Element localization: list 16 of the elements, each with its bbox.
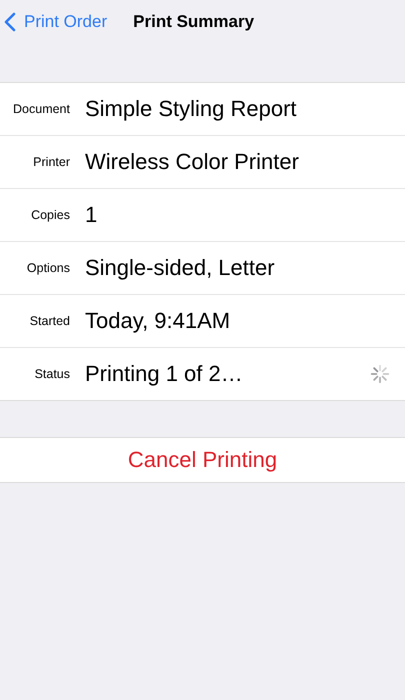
row-value: Simple Styling Report	[85, 96, 298, 122]
row-label: Status	[34, 367, 70, 381]
row-value: Today, 9:41AM	[85, 308, 232, 334]
row-value: Printing 1 of 2…	[85, 361, 244, 387]
nav-title: Print Summary	[133, 12, 254, 32]
row-label: Started	[28, 314, 70, 328]
row-label: Options	[26, 261, 70, 275]
row-value: Single-sided, Letter	[85, 255, 276, 281]
row-label: Copies	[30, 208, 70, 222]
row-label: Document	[12, 102, 70, 116]
row-label: Printer	[32, 155, 70, 169]
back-button[interactable]: Print Order	[4, 12, 108, 32]
row-value: 1	[85, 202, 98, 228]
cancel-printing-button[interactable]: Cancel Printing	[0, 437, 405, 483]
back-chevron-icon	[4, 12, 16, 32]
row-value: Wireless Color Printer	[85, 149, 300, 175]
